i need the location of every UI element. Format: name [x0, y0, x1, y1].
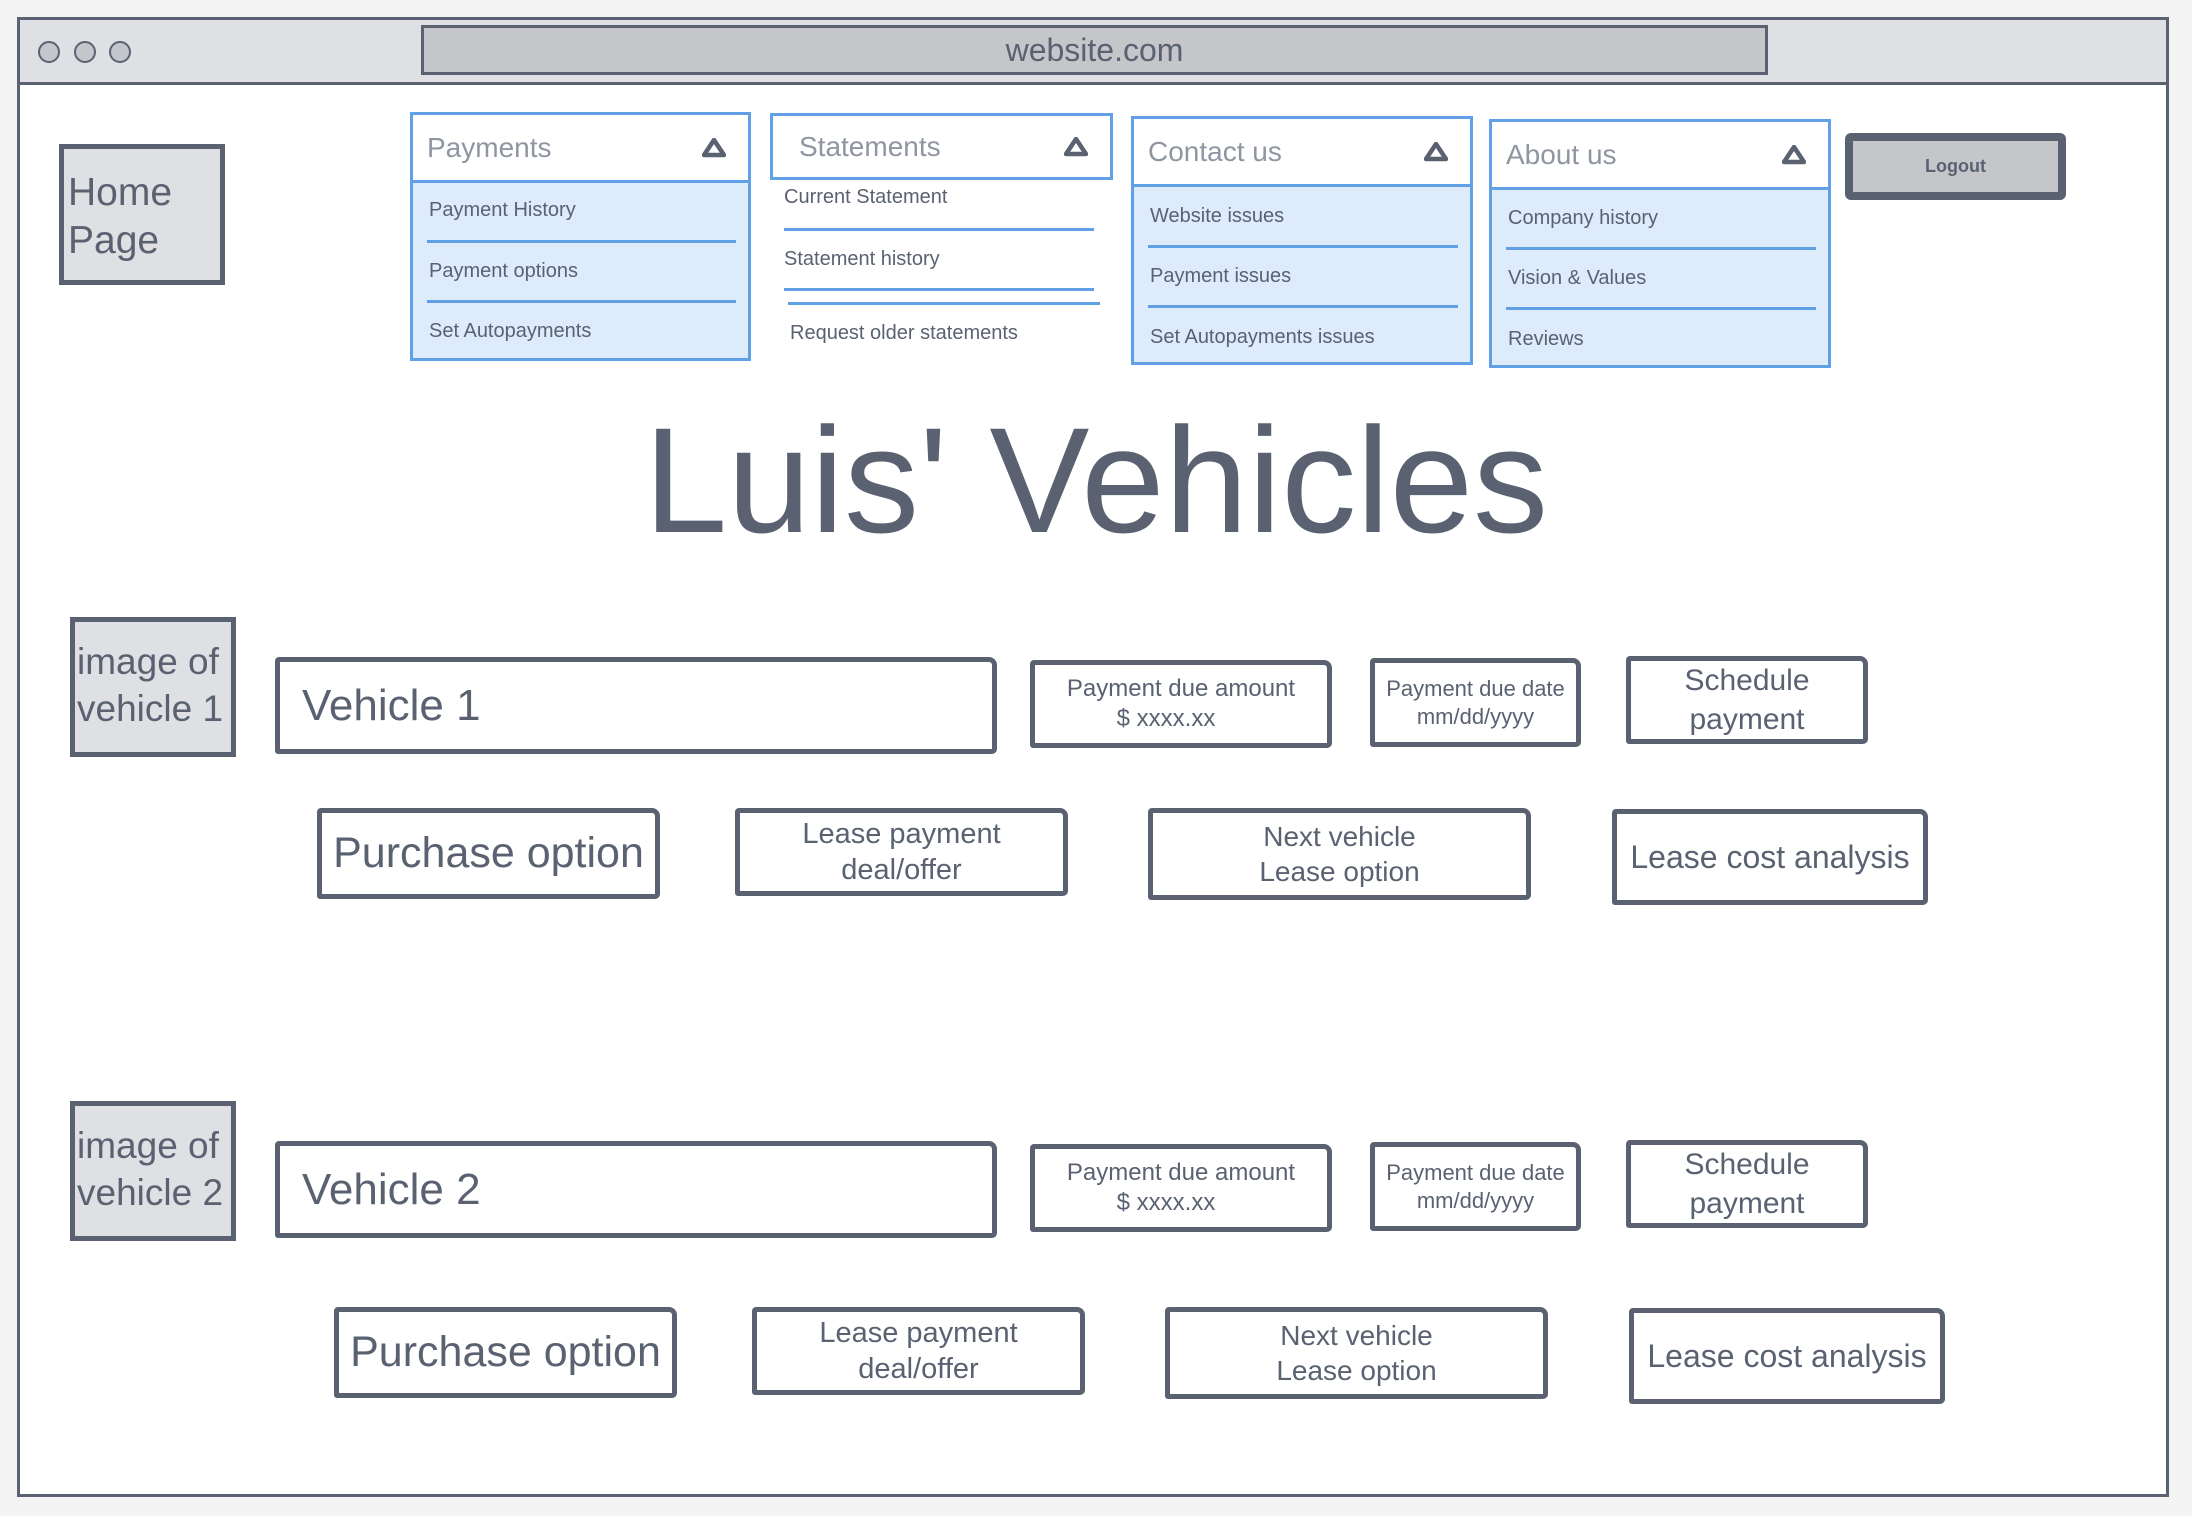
- menu-divider: [1506, 247, 1816, 250]
- logout-button[interactable]: Logout: [1845, 133, 2066, 200]
- lease-cost-analysis-label: Lease cost analysis: [1630, 839, 1910, 875]
- payment-due-date: Payment due date mm/dd/yyyy: [1370, 1142, 1581, 1231]
- schedule-label-line1: Schedule: [1684, 664, 1810, 697]
- schedule-label-line1: Schedule: [1684, 1148, 1810, 1181]
- lease-payment-deal-button[interactable]: Lease payment deal/offer: [735, 808, 1068, 896]
- payments-menu-label: Payments: [427, 131, 552, 163]
- payment-due-date: Payment due date mm/dd/yyyy: [1370, 658, 1581, 747]
- next-vehicle-line1: Next vehicle: [1263, 821, 1416, 852]
- url-text: website.com: [1005, 31, 1184, 68]
- address-bar[interactable]: website.com: [421, 25, 1768, 75]
- menu-divider: [1506, 307, 1816, 310]
- lease-payment-line1: Lease payment: [819, 1316, 1018, 1349]
- menu-item-payment-history[interactable]: Payment History: [429, 199, 576, 222]
- menu-item-vision-values[interactable]: Vision & Values: [1508, 267, 1646, 290]
- lease-cost-analysis-label: Lease cost analysis: [1647, 1338, 1927, 1374]
- payments-menu-header[interactable]: Payments: [413, 115, 748, 183]
- menu-divider: [1148, 305, 1458, 308]
- purchase-option-label: Purchase option: [350, 1327, 661, 1376]
- payment-due-amount: Payment due amount $ xxxx.xx: [1030, 660, 1332, 748]
- window-maximize-icon[interactable]: [109, 41, 131, 63]
- caret-up-icon: [1064, 136, 1088, 156]
- vehicle-image-placeholder: image of vehicle 1: [70, 617, 236, 757]
- home-page-button[interactable]: Home Page: [59, 144, 225, 285]
- menu-item-payment-options[interactable]: Payment options: [429, 260, 578, 283]
- next-vehicle-line1: Next vehicle: [1280, 1320, 1433, 1351]
- lease-cost-analysis-button[interactable]: Lease cost analysis: [1629, 1308, 1945, 1404]
- payments-dropdown: Payments Payment History Payment options…: [410, 112, 751, 361]
- caret-up-icon: [702, 137, 726, 157]
- lease-payment-line2: deal/offer: [841, 854, 962, 886]
- vehicle-name: Vehicle 2: [302, 1165, 481, 1214]
- schedule-label-line2: payment: [1689, 1187, 1805, 1220]
- menu-divider: [788, 302, 1100, 305]
- menu-divider: [427, 300, 736, 303]
- purchase-option-button[interactable]: Purchase option: [317, 808, 660, 899]
- page-title: Luis' Vehicles: [643, 396, 1549, 564]
- payment-due-date-value: mm/dd/yyyy: [1416, 1187, 1535, 1213]
- image-caption-line1: image of: [77, 641, 219, 682]
- menu-item-company-history[interactable]: Company history: [1508, 207, 1658, 230]
- logout-label: Logout: [1925, 156, 1986, 176]
- purchase-option-label: Purchase option: [333, 828, 644, 877]
- lease-payment-line2: deal/offer: [858, 1353, 979, 1385]
- about-us-menu-header[interactable]: About us: [1492, 122, 1828, 190]
- payment-due-amount-value: $ xxxx.xx: [1116, 1189, 1216, 1216]
- schedule-payment-button[interactable]: Schedule payment: [1626, 1140, 1868, 1228]
- statements-menu-label: Statements: [799, 130, 941, 162]
- contact-us-menu-header[interactable]: Contact us: [1134, 119, 1470, 187]
- menu-item-request-older-statements[interactable]: Request older statements: [790, 322, 1018, 345]
- next-vehicle-line2: Lease option: [1259, 856, 1420, 887]
- menu-item-current-statement[interactable]: Current Statement: [784, 186, 947, 209]
- image-caption-line2: vehicle 2: [77, 1172, 224, 1213]
- schedule-payment-button[interactable]: Schedule payment: [1626, 656, 1868, 744]
- vehicle-image-placeholder: image of vehicle 2: [70, 1101, 236, 1241]
- vehicle-name: Vehicle 1: [302, 681, 481, 730]
- next-vehicle-line2: Lease option: [1276, 1355, 1437, 1386]
- statements-menu-header[interactable]: Statements: [770, 113, 1113, 180]
- purchase-option-button[interactable]: Purchase option: [334, 1307, 677, 1398]
- menu-item-website-issues[interactable]: Website issues: [1150, 205, 1284, 228]
- about-us-dropdown: About us Company history Vision & Values…: [1489, 119, 1831, 368]
- payment-due-amount-label: Payment due amount: [1066, 675, 1296, 702]
- menu-divider: [427, 240, 736, 243]
- vehicle-name-field[interactable]: Vehicle 2: [275, 1141, 997, 1238]
- next-vehicle-lease-button[interactable]: Next vehicle Lease option: [1148, 808, 1531, 900]
- menu-item-reviews[interactable]: Reviews: [1508, 328, 1584, 351]
- image-caption-line1: image of: [77, 1125, 219, 1166]
- payment-due-amount-label: Payment due amount: [1066, 1159, 1296, 1186]
- vehicle-name-field[interactable]: Vehicle 1: [275, 657, 997, 754]
- lease-payment-line1: Lease payment: [802, 817, 1001, 850]
- caret-up-icon: [1782, 144, 1806, 164]
- about-us-menu-label: About us: [1506, 138, 1617, 170]
- image-caption-line2: vehicle 1: [77, 688, 224, 729]
- menu-item-statement-history[interactable]: Statement history: [784, 248, 940, 271]
- lease-cost-analysis-button[interactable]: Lease cost analysis: [1612, 809, 1928, 905]
- contact-us-dropdown: Contact us Website issues Payment issues…: [1131, 116, 1473, 365]
- menu-item-set-autopayments-issues[interactable]: Set Autopayments issues: [1150, 326, 1375, 349]
- caret-up-icon: [1424, 141, 1448, 161]
- menu-divider: [784, 228, 1094, 231]
- menu-divider: [784, 288, 1094, 291]
- menu-item-set-autopayments[interactable]: Set Autopayments: [429, 320, 591, 343]
- home-label-line2: Page: [68, 219, 160, 262]
- payment-due-date-label: Payment due date: [1386, 676, 1565, 701]
- lease-payment-deal-button[interactable]: Lease payment deal/offer: [752, 1307, 1085, 1395]
- schedule-label-line2: payment: [1689, 703, 1805, 736]
- payment-due-amount: Payment due amount $ xxxx.xx: [1030, 1144, 1332, 1232]
- menu-divider: [1148, 245, 1458, 248]
- menu-item-payment-issues[interactable]: Payment issues: [1150, 265, 1291, 288]
- payment-due-amount-value: $ xxxx.xx: [1116, 705, 1216, 732]
- window-minimize-icon[interactable]: [74, 41, 96, 63]
- window-close-icon[interactable]: [38, 41, 60, 63]
- next-vehicle-lease-button[interactable]: Next vehicle Lease option: [1165, 1307, 1548, 1399]
- browser-window: [17, 17, 2169, 1497]
- home-label-line1: Home: [68, 171, 173, 214]
- payment-due-date-value: mm/dd/yyyy: [1416, 703, 1535, 729]
- payment-due-date-label: Payment due date: [1386, 1160, 1565, 1185]
- contact-us-menu-label: Contact us: [1148, 135, 1282, 167]
